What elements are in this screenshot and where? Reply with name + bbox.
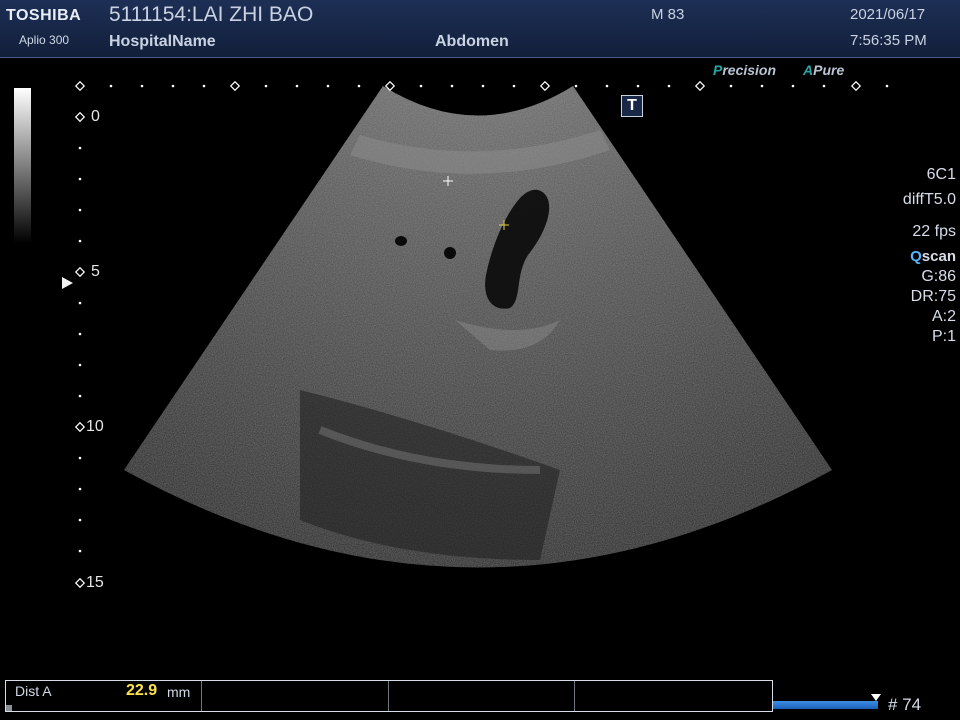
corner-tick-icon — [6, 705, 12, 711]
measurement-cell[interactable] — [389, 681, 576, 711]
measurement-label: Dist A — [15, 683, 52, 699]
focus-marker-icon[interactable] — [62, 277, 73, 289]
depth-label: 5 — [91, 263, 100, 280]
depth-scale — [74, 111, 86, 589]
a-value: A:2 — [931, 308, 956, 325]
depth-scale-dots — [78, 146, 82, 553]
measurement-cell[interactable]: Dist A 22.9 mm — [6, 681, 202, 711]
depth-label: 15 — [86, 574, 104, 591]
depth-label: 10 — [86, 418, 104, 435]
measurement-cell[interactable] — [202, 681, 389, 711]
probe-label: 6C1 — [926, 166, 956, 183]
lateral-scale-dots — [109, 84, 889, 88]
measurement-cell[interactable] — [575, 681, 772, 711]
frame-rate: 22 fps — [912, 223, 956, 240]
lateral-scale — [74, 80, 862, 92]
gain-value: G:86 — [921, 268, 956, 285]
ultrasound-sector — [124, 86, 832, 568]
depth-label: 0 — [91, 108, 100, 125]
p-value: P:1 — [931, 328, 956, 345]
measurement-value: 22.9 — [126, 682, 158, 699]
dynamic-range-value: DR:75 — [910, 288, 956, 305]
filter-label: diffT5.0 — [902, 191, 956, 208]
frame-number: # 74 — [888, 695, 922, 714]
ultrasound-image — [74, 80, 889, 589]
cine-progress-bar[interactable] — [773, 701, 878, 709]
cine-position-marker-icon[interactable] — [871, 694, 881, 701]
transducer-orientation-icon: T — [621, 95, 643, 117]
measurement-results-bar: Dist A 22.9 mm — [5, 680, 773, 712]
measurement-unit: mm — [167, 684, 191, 700]
qscan-label: Qscan — [910, 248, 956, 265]
